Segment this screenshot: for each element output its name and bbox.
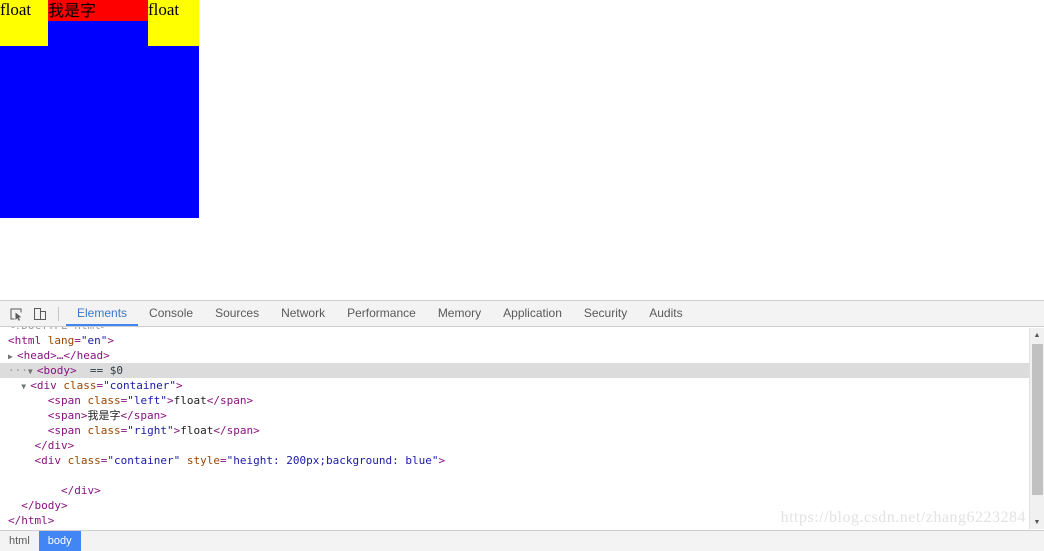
html-closing-tag: </html>	[8, 514, 55, 527]
dom-node-container-close[interactable]: </div>	[0, 438, 1044, 453]
float-left-label: float	[0, 0, 32, 19]
breadcrumb-item-html[interactable]: html	[0, 531, 39, 551]
c2-tag-name: div	[41, 454, 61, 467]
tab-elements[interactable]: Elements	[66, 301, 139, 326]
devtools-tab-strip: Elements Console Sources Network Perform…	[66, 301, 694, 326]
devtools-panel: Elements Console Sources Network Perform…	[0, 300, 1044, 551]
dom-node-head[interactable]: ▶ <head>…</head>	[0, 348, 1044, 363]
breadcrumb-item-body[interactable]: body	[38, 531, 81, 551]
tab-network[interactable]: Network	[270, 301, 336, 326]
float-right-label: float	[148, 0, 180, 19]
html-attr-value: "en"	[80, 334, 108, 347]
dom-node-container-open[interactable]: ▼ <div class="container">	[0, 378, 1044, 393]
scrollbar-thumb[interactable]	[1032, 344, 1043, 495]
dom-node-html[interactable]: <html lang="en">	[0, 333, 1044, 348]
float-right-box: float	[148, 0, 199, 46]
collapse-triangle-container-icon[interactable]: ▼	[21, 379, 30, 394]
c1-close-bracket: >	[175, 379, 183, 392]
c2-attr-class-value: "container"	[107, 454, 181, 467]
html-attr-eq: =	[74, 334, 81, 347]
body-selection-marker: == $0	[89, 364, 123, 377]
c2-attr-style-name: style	[186, 454, 220, 467]
dom-node-span-right[interactable]: <span class="right">float</span>	[0, 423, 1044, 438]
c2-attr-class-name: class	[67, 454, 101, 467]
sr-closing-tag: </span>	[213, 424, 260, 437]
c1-tag-name: div	[36, 379, 57, 392]
c1-closing-tag: </div>	[34, 439, 75, 452]
page-viewport: 我是字 float float	[0, 0, 1044, 300]
dom-tree[interactable]: <!DOCTYPE html> <html lang="en"> ▶<head>…	[0, 327, 1044, 529]
dom-node-span-left[interactable]: <span class="left">float</span>	[0, 393, 1044, 408]
blue-container-div	[0, 21, 199, 218]
watermark-text: https://blog.csdn.net/zhang6223284	[780, 509, 1026, 526]
tab-security[interactable]: Security	[573, 301, 638, 326]
html-tag-name: html	[14, 334, 42, 347]
dom-node-blank	[0, 468, 1044, 483]
c2-close-bracket: >	[438, 454, 446, 467]
html-attr-name: lang	[47, 334, 75, 347]
c1-open-bracket: <	[30, 379, 37, 392]
center-text-bar: 我是字	[48, 0, 148, 21]
tab-performance[interactable]: Performance	[336, 301, 427, 326]
float-left-box: float	[0, 0, 48, 46]
body-ellipsis: ···	[8, 364, 28, 377]
tab-sources[interactable]: Sources	[204, 301, 270, 326]
doctype-text: <!DOCTYPE html>	[8, 327, 107, 332]
toolbar-divider	[58, 306, 59, 321]
c2-closing-tag: </div>	[60, 484, 101, 497]
c2-attr-style-value: "height: 200px;background: blue"	[226, 454, 439, 467]
inspect-element-icon[interactable]	[4, 303, 28, 325]
tab-audits[interactable]: Audits	[638, 301, 693, 326]
html-open-bracket: <	[8, 334, 15, 347]
sc-close-bracket: >	[80, 409, 88, 422]
tab-application[interactable]: Application	[492, 301, 573, 326]
scroll-down-arrow-icon[interactable]: ▼	[1030, 515, 1044, 529]
sl-attr-name: class	[87, 394, 121, 407]
html-close-bracket: >	[107, 334, 114, 347]
c2-style-eq: =	[219, 454, 227, 467]
scroll-up-arrow-icon[interactable]: ▲	[1030, 328, 1044, 342]
tab-memory[interactable]: Memory	[427, 301, 492, 326]
body-closing-tag: </body>	[21, 499, 68, 512]
sr-text: float	[180, 424, 214, 437]
breadcrumb: html body	[0, 530, 1044, 551]
sr-attr-name: class	[87, 424, 121, 437]
dom-node-container2-open[interactable]: <div class="container" style="height: 20…	[0, 453, 1044, 468]
dom-node-container2-close[interactable]: </div>	[0, 483, 1044, 498]
collapse-triangle-body-icon[interactable]: ▼	[28, 364, 37, 379]
sl-attr-value: "left"	[127, 394, 167, 407]
head-node-text: <head>…</head>	[17, 349, 110, 362]
sc-closing-tag: </span>	[120, 409, 167, 422]
c1-attr-name: class	[63, 379, 97, 392]
center-text-label: 我是字	[48, 1, 97, 20]
devtools-toolbar: Elements Console Sources Network Perform…	[0, 301, 1044, 327]
sl-close-bracket: >	[167, 394, 174, 407]
body-tag-text: <body>	[36, 364, 77, 377]
sc-tag-name: span	[54, 409, 81, 422]
dom-node-span-center[interactable]: <span>我是字</span>	[0, 408, 1044, 423]
sl-closing-tag: </span>	[206, 394, 254, 407]
sl-tag-name: span	[54, 394, 81, 407]
c1-attr-value: "container"	[103, 379, 176, 392]
sl-text: float	[173, 394, 207, 407]
dom-tree-scrollbar[interactable]: ▲ ▼	[1029, 328, 1044, 529]
sr-tag-name: span	[54, 424, 81, 437]
sr-attr-value: "right"	[127, 424, 174, 437]
device-toolbar-icon[interactable]	[28, 303, 52, 325]
expand-triangle-head-icon[interactable]: ▶	[8, 349, 17, 364]
tab-console[interactable]: Console	[138, 301, 204, 326]
sc-text: 我是字	[87, 409, 121, 422]
dom-node-body[interactable]: ···▼ <body> == $0	[0, 363, 1044, 378]
